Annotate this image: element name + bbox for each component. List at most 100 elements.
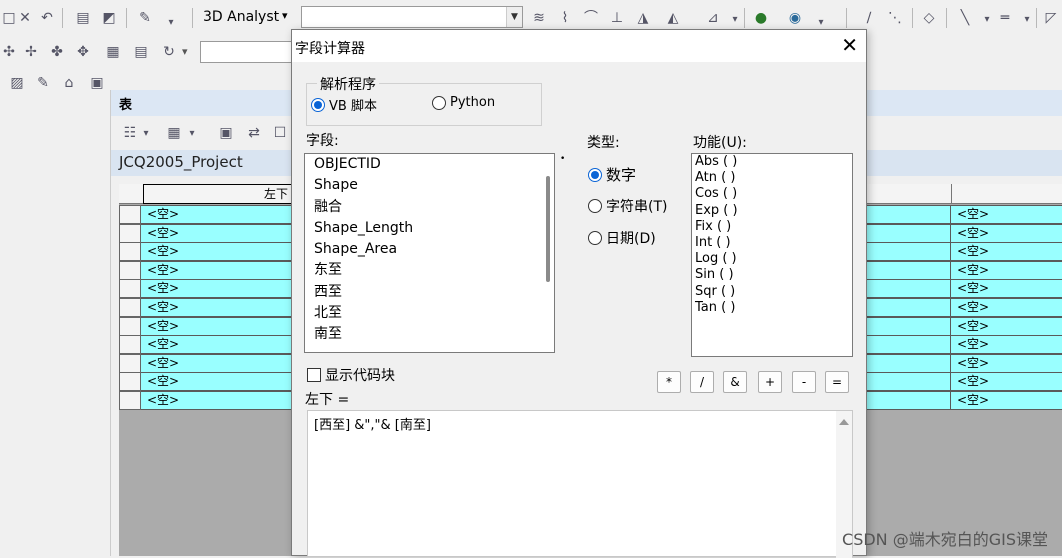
fields-listbox[interactable]: OBJECTID Shape 融合 Shape_Length Shape_Area 东至西… — [304, 153, 555, 353]
row-selector[interactable] — [119, 242, 141, 262]
interpolate-polygon-icon[interactable]: ◭ — [664, 9, 682, 27]
3d-analyst-dropdown-icon[interactable]: ▾ — [282, 9, 288, 22]
refresh-dropdown-icon[interactable]: ▾ — [182, 45, 188, 58]
row-selector[interactable] — [119, 205, 141, 224]
sketch-properties-icon[interactable]: ▤ — [132, 43, 150, 61]
cell-other[interactable]: <空> — [951, 242, 1062, 262]
field-list-item[interactable]: Shape_Length — [305, 218, 554, 239]
type-number-radio[interactable]: 数字 — [588, 164, 636, 185]
dropdown-icon[interactable]: ▾ — [137, 125, 155, 143]
field-list-item[interactable]: 东至 — [305, 260, 554, 281]
cell-other[interactable]: <空> — [951, 260, 1062, 280]
row-selector[interactable] — [119, 223, 141, 243]
dropdown-icon[interactable]: ▾ — [726, 11, 744, 29]
line-of-sight-icon[interactable]: ⌒ — [582, 9, 600, 27]
table-icon[interactable]: ▤ — [74, 9, 92, 27]
show-codeblock-checkbox[interactable]: 显示代码块 — [307, 365, 395, 385]
cut-polygon-icon[interactable]: ✤ — [48, 43, 66, 61]
steepest-path-icon[interactable]: ⌇ — [556, 9, 574, 27]
row-selector[interactable] — [119, 335, 141, 355]
close-icon[interactable]: ✕ — [841, 35, 858, 55]
column-header-zuoxia[interactable]: 左下 — [143, 184, 293, 204]
edit-vertices-icon[interactable]: ✣ — [0, 43, 18, 61]
function-list-item[interactable]: Int ( ) — [692, 235, 852, 251]
function-list-item[interactable]: Abs ( ) — [692, 154, 852, 170]
type-string-radio[interactable]: 字符串(T) — [588, 196, 667, 216]
parser-vbscript-radio[interactable]: VB 脚本 — [311, 95, 377, 114]
point-profile-icon[interactable]: ⊥ — [608, 9, 626, 27]
catalog-icon[interactable]: ⌂ — [60, 74, 78, 92]
profile-graph-icon[interactable]: ⊿ — [704, 9, 722, 27]
toolbar-overflow-icon[interactable]: ▾ — [162, 14, 180, 32]
eraser-icon[interactable]: ◸ — [1042, 9, 1060, 27]
cell-other[interactable]: <空> — [951, 391, 1062, 410]
scale-combo[interactable] — [200, 41, 292, 63]
function-list-item[interactable]: Sqr ( ) — [692, 284, 852, 300]
operator-divide-button[interactable]: / — [690, 371, 714, 393]
interpolate-icon[interactable]: ◮ — [634, 9, 652, 27]
sketch-icon[interactable]: ∕ — [860, 9, 878, 27]
vertex-icon[interactable]: ⋱ — [886, 9, 904, 27]
fill-icon[interactable]: ◇ — [920, 9, 938, 27]
column-header-empty[interactable] — [951, 184, 1062, 204]
function-list-item[interactable]: Cos ( ) — [692, 186, 852, 202]
cell-other[interactable]: <空> — [951, 205, 1062, 224]
dropdown-icon[interactable]: ▾ — [978, 11, 996, 29]
cell-other[interactable]: <空> — [951, 223, 1062, 243]
contour-icon[interactable]: ≋ — [530, 9, 548, 27]
functions-listbox[interactable]: Abs ( ) Atn ( ) Cos ( ) Exp ( ) Fix ( ) Int (… — [691, 153, 853, 357]
dropdown-icon[interactable]: ▾ — [1018, 11, 1036, 29]
globe-icon[interactable]: ● — [752, 9, 770, 27]
function-list-item[interactable]: Atn ( ) — [692, 170, 852, 186]
arctoolbox-icon[interactable]: ▣ — [88, 74, 106, 92]
parser-python-radio[interactable]: Python — [432, 95, 495, 110]
arcscene-icon[interactable]: ◉ — [786, 9, 804, 27]
cell-other[interactable]: <空> — [951, 316, 1062, 336]
row-selector[interactable] — [119, 279, 141, 299]
row-selector[interactable] — [119, 316, 141, 336]
row-selector[interactable] — [119, 372, 141, 392]
line-style-icon[interactable]: ═ — [996, 9, 1014, 27]
scroll-up-icon[interactable] — [839, 419, 849, 425]
attributes-icon[interactable]: ▦ — [104, 43, 122, 61]
row-selector[interactable] — [119, 298, 141, 317]
field-list-item[interactable]: OBJECTID — [305, 154, 554, 175]
cell-other[interactable]: <空> — [951, 298, 1062, 317]
cell-other[interactable]: <空> — [951, 279, 1062, 299]
cell-other[interactable]: <空> — [951, 335, 1062, 355]
operator-concat-button[interactable]: & — [723, 371, 747, 393]
operator-minus-button[interactable]: - — [792, 371, 816, 393]
field-list-item[interactable]: Shape_Area — [305, 239, 554, 260]
split-icon[interactable]: ✥ — [74, 43, 92, 61]
cell-other[interactable]: <空> — [951, 372, 1062, 392]
layout-icon[interactable]: ◩ — [100, 9, 118, 27]
3d-analyst-label[interactable]: 3D Analyst — [203, 9, 279, 25]
function-list-item[interactable]: Tan ( ) — [692, 300, 852, 316]
related-tables-icon[interactable]: ▦ — [165, 124, 183, 142]
function-list-item[interactable]: Log ( ) — [692, 251, 852, 267]
function-list-item[interactable]: Sin ( ) — [692, 267, 852, 283]
row-selector[interactable] — [119, 353, 141, 373]
delete-icon[interactable]: ✕ — [16, 9, 34, 27]
operator-equals-button[interactable]: = — [825, 371, 849, 393]
function-list-item[interactable]: Exp ( ) — [692, 203, 852, 219]
type-date-radio[interactable]: 日期(D) — [588, 228, 656, 248]
field-list-item[interactable]: 西至 — [305, 282, 554, 303]
layer-combo[interactable]: ▼ — [301, 6, 523, 28]
switch-selection-icon[interactable]: ⇄ — [245, 124, 263, 142]
cell-other[interactable]: <空> — [951, 353, 1062, 373]
undo-icon[interactable]: ↶ — [38, 9, 56, 27]
select-by-attributes-icon[interactable]: ▣ — [217, 124, 235, 142]
reshape-icon[interactable]: ✢ — [22, 43, 40, 61]
refresh-icon[interactable]: ↻ — [160, 43, 178, 61]
operator-multiply-button[interactable]: * — [657, 371, 681, 393]
chevron-down-icon[interactable]: ▼ — [506, 7, 522, 27]
field-list-item[interactable]: Shape — [305, 175, 554, 196]
dropdown-icon[interactable]: ▾ — [183, 125, 201, 143]
fields-scrollbar[interactable] — [546, 176, 550, 282]
field-list-item[interactable]: 融合 — [305, 197, 554, 218]
line-icon[interactable]: ╲ — [956, 9, 974, 27]
clear-selection-icon[interactable]: ☐ — [271, 124, 289, 142]
fields-more-icon[interactable]: • — [560, 154, 565, 164]
operator-plus-button[interactable]: + — [758, 371, 782, 393]
